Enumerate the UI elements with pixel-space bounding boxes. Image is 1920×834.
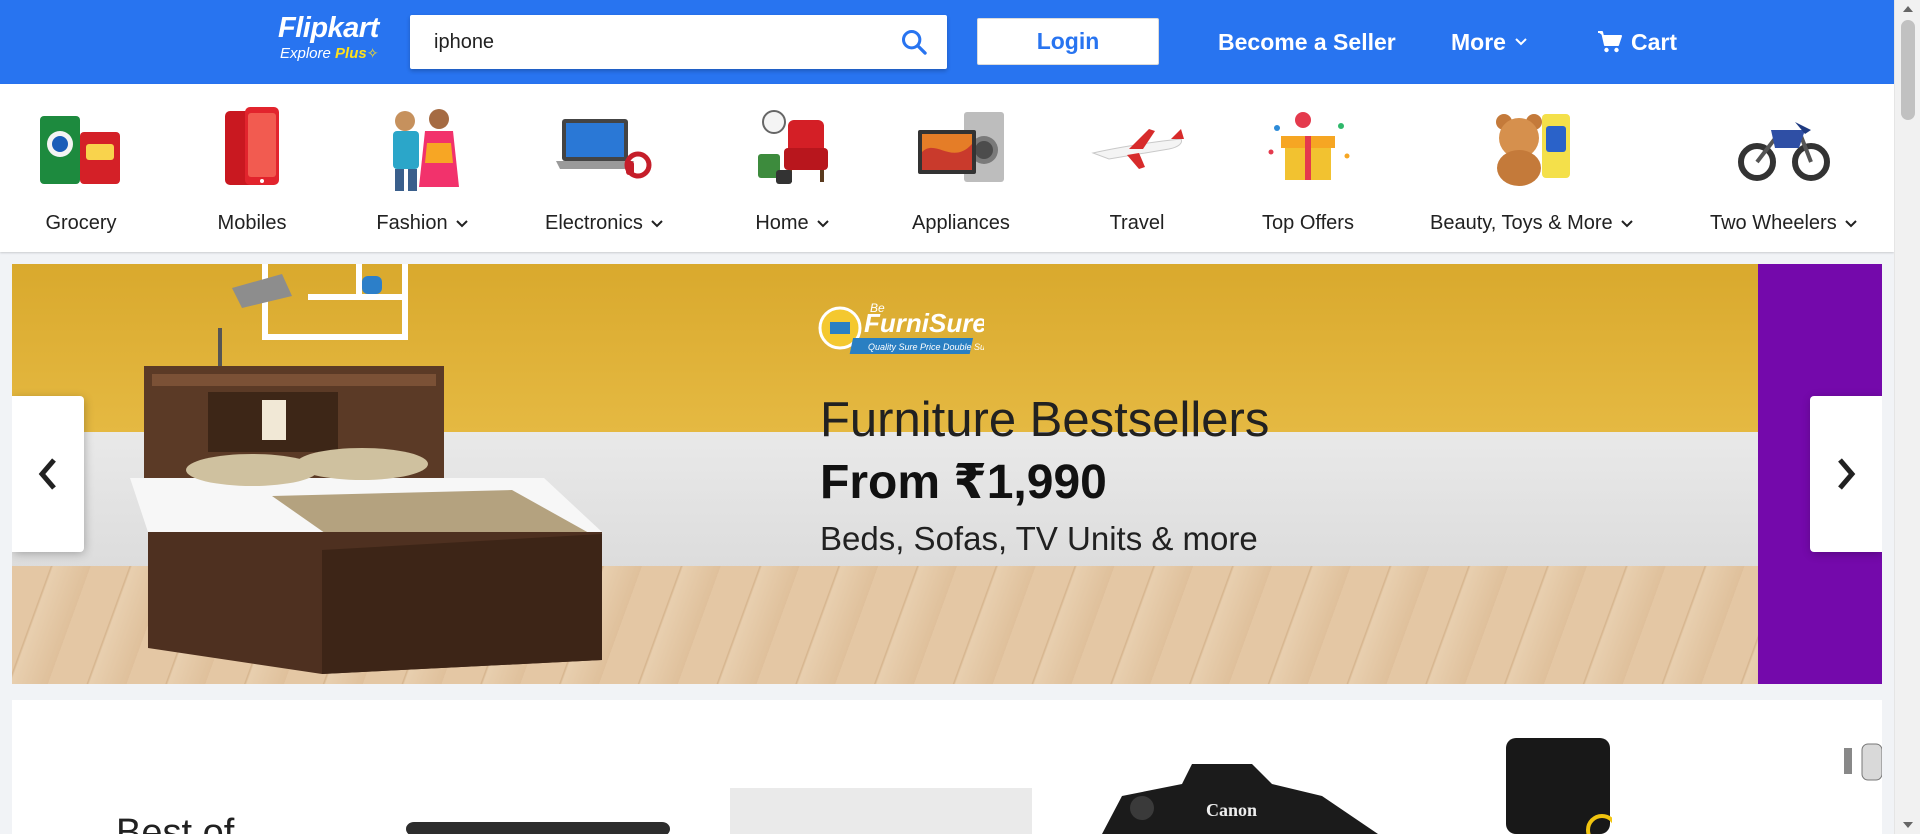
product-thumbnail[interactable]: [1844, 738, 1882, 784]
banner-title: Furniture Bestsellers: [820, 393, 1270, 447]
logo-tagline-plus: Plus: [335, 45, 367, 62]
search-icon: [901, 29, 927, 55]
category-label: Two Wheelers: [1710, 212, 1857, 235]
category-nav: Grocery Mobiles Fashion Electronics Home…: [0, 84, 1894, 252]
search-bar: [410, 15, 947, 69]
mobiles-icon: [204, 100, 300, 196]
category-label: Travel: [1109, 212, 1165, 234]
chevron-right-icon: [1838, 458, 1856, 490]
fashion-icon: [374, 100, 470, 196]
chevron-down-icon: [816, 219, 829, 227]
svg-text:Quality Sure Price Double Sure: Quality Sure Price Double Sure!: [868, 342, 984, 352]
cart-label: Cart: [1631, 29, 1678, 55]
category-label: Beauty, Toys & More: [1430, 212, 1633, 235]
grocery-icon: [33, 100, 129, 196]
scroll-up-icon: [1903, 6, 1913, 12]
logo-brand: Flipkart: [278, 12, 379, 44]
category-mobiles[interactable]: Mobiles: [204, 100, 300, 240]
hero-banner[interactable]: Be FurniSure Quality Sure Price Double S…: [12, 264, 1882, 684]
scroll-down-icon: [1903, 822, 1913, 828]
category-electronics[interactable]: Electronics: [545, 100, 663, 240]
category-appliances[interactable]: Appliances: [912, 100, 1010, 240]
logo-tagline: Explore Plus✧: [280, 44, 393, 63]
product-thumbnail[interactable]: [1502, 738, 1612, 834]
product-thumbnail[interactable]: [730, 788, 1032, 834]
chevron-down-icon: [1620, 219, 1633, 227]
become-seller-label: Become a Seller: [1218, 29, 1396, 55]
category-beauty-toys[interactable]: Beauty, Toys & More: [1430, 100, 1633, 240]
category-label: Mobiles: [217, 212, 287, 234]
chevron-down-icon: [1515, 38, 1527, 46]
home-icon: [744, 100, 840, 196]
category-fashion[interactable]: Fashion: [374, 100, 470, 240]
carousel-prev-button[interactable]: [12, 396, 84, 552]
product-thumbnail[interactable]: [392, 818, 682, 834]
more-label: More: [1451, 29, 1506, 55]
electronics-icon: [555, 100, 652, 196]
page: Flipkart Explore Plus✧ Login Become a Se…: [0, 0, 1920, 834]
category-grocery[interactable]: Grocery: [33, 100, 129, 240]
category-label: Top Offers: [1262, 212, 1354, 234]
scroll-down-button[interactable]: [1895, 816, 1920, 834]
section-title: Best of: [116, 812, 235, 834]
chevron-down-icon: [651, 219, 663, 227]
category-home[interactable]: Home: [744, 100, 840, 240]
beauty-toys-icon: [1483, 100, 1579, 196]
flipkart-logo[interactable]: Flipkart Explore Plus✧: [278, 12, 393, 66]
category-label: Home: [755, 212, 829, 235]
camera-product-image[interactable]: Canon: [1082, 756, 1382, 834]
page-scrollbar[interactable]: [1894, 0, 1920, 834]
svg-text:Canon: Canon: [1206, 800, 1257, 820]
furnisure-badge: Be FurniSure Quality Sure Price Double S…: [818, 296, 996, 356]
category-label: Electronics: [545, 212, 663, 235]
furnisure-logo-icon: Be FurniSure Quality Sure Price Double S…: [818, 301, 996, 354]
category-label: Fashion: [376, 212, 468, 235]
category-two-wheelers[interactable]: Two Wheelers: [1710, 100, 1857, 240]
carousel-next-button[interactable]: [1810, 396, 1882, 552]
two-wheelers-icon: [1735, 100, 1831, 196]
category-label: Grocery: [45, 212, 117, 234]
scroll-up-button[interactable]: [1895, 0, 1920, 18]
more-menu[interactable]: More: [1451, 24, 1528, 60]
category-top-offers[interactable]: Top Offers: [1260, 100, 1356, 240]
chevron-left-icon: [38, 458, 56, 490]
scrollbar-thumb[interactable]: [1901, 20, 1915, 120]
banner-price: From ₹1,990: [820, 456, 1107, 509]
logo-tagline-prefix: Explore: [280, 45, 331, 62]
cart-icon: [1598, 31, 1622, 53]
appliances-icon: [913, 100, 1009, 196]
top-header: Flipkart Explore Plus✧ Login Become a Se…: [0, 0, 1894, 84]
banner-slide: Be FurniSure Quality Sure Price Double S…: [12, 264, 1758, 684]
top-offers-icon: [1260, 100, 1356, 196]
svg-text:FurniSure: FurniSure: [864, 308, 984, 338]
travel-icon: [1089, 100, 1185, 196]
plus-icon: ✧: [366, 45, 379, 61]
bed-illustration: [130, 264, 602, 674]
category-travel[interactable]: Travel: [1089, 100, 1185, 240]
banner-subtitle: Beds, Sofas, TV Units & more: [820, 520, 1258, 557]
chevron-down-icon: [455, 219, 468, 227]
search-input[interactable]: [410, 15, 880, 69]
login-button[interactable]: Login: [977, 18, 1159, 65]
category-label: Appliances: [912, 212, 1010, 234]
search-button[interactable]: [881, 15, 947, 69]
best-of-section: Best of Canon: [12, 700, 1882, 834]
cart-link[interactable]: Cart: [1597, 24, 1677, 60]
chevron-down-icon: [1845, 219, 1857, 227]
become-seller-link[interactable]: Become a Seller: [1218, 24, 1396, 60]
